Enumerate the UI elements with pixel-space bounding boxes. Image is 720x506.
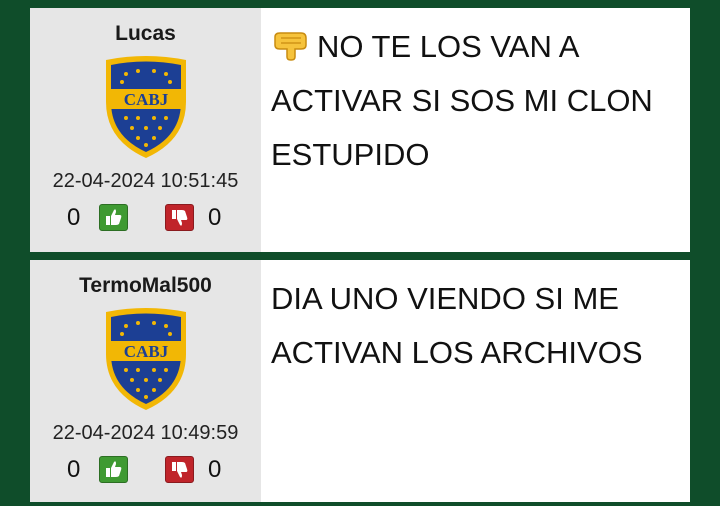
post-timestamp: 22-04-2024 10:49:59: [52, 422, 239, 444]
upvote-count: 0: [67, 204, 81, 231]
username[interactable]: TermoMal500: [30, 274, 261, 298]
message-panel: NO TE LOS VAN A ACTIVAR SI SOS MI CLON E…: [261, 8, 690, 252]
thumbs-down-icon: [172, 210, 188, 226]
thumbs-up-button[interactable]: [99, 456, 128, 483]
upvote-count: 0: [67, 456, 81, 483]
comment-post: TermoMal500 CABJ 22-04-2024 10:49:59 0 0…: [30, 260, 690, 502]
comment-post: Lucas CABJ 22-04-2024 10:51:45 0 0 NO TE…: [30, 8, 690, 252]
crest-label: CABJ: [124, 90, 169, 109]
message-text: NO TE LOS VAN A ACTIVAR SI SOS MI CLON E…: [271, 29, 653, 172]
vote-bar: 0 0: [30, 454, 261, 484]
message-body: NO TE LOS VAN A ACTIVAR SI SOS MI CLON E…: [271, 20, 662, 182]
thumbs-up-button[interactable]: [99, 204, 128, 231]
boca-crest-avatar: CABJ: [106, 56, 186, 158]
thumbs-down-icon: [172, 462, 188, 478]
crest-label: CABJ: [124, 342, 169, 361]
downvote-count: 0: [208, 204, 222, 231]
downvote-count: 0: [208, 456, 222, 483]
thumbs-down-button[interactable]: [165, 456, 194, 483]
message-text: DIA UNO VIENDO SI ME ACTIVAN LOS ARCHIVO…: [271, 281, 643, 370]
boca-crest-avatar: CABJ: [106, 308, 186, 410]
point-down-icon: [274, 32, 307, 61]
user-panel: TermoMal500 CABJ 22-04-2024 10:49:59 0 0: [30, 260, 261, 502]
user-panel: Lucas CABJ 22-04-2024 10:51:45 0 0: [30, 8, 261, 252]
post-timestamp: 22-04-2024 10:51:45: [52, 170, 239, 192]
username[interactable]: Lucas: [30, 22, 261, 46]
thumbs-up-icon: [106, 209, 122, 225]
thumbs-down-button[interactable]: [165, 204, 194, 231]
vote-bar: 0 0: [30, 202, 261, 232]
message-panel: DIA UNO VIENDO SI ME ACTIVAN LOS ARCHIVO…: [261, 260, 690, 502]
thumbs-up-icon: [106, 461, 122, 477]
message-body: DIA UNO VIENDO SI ME ACTIVAN LOS ARCHIVO…: [271, 272, 662, 380]
